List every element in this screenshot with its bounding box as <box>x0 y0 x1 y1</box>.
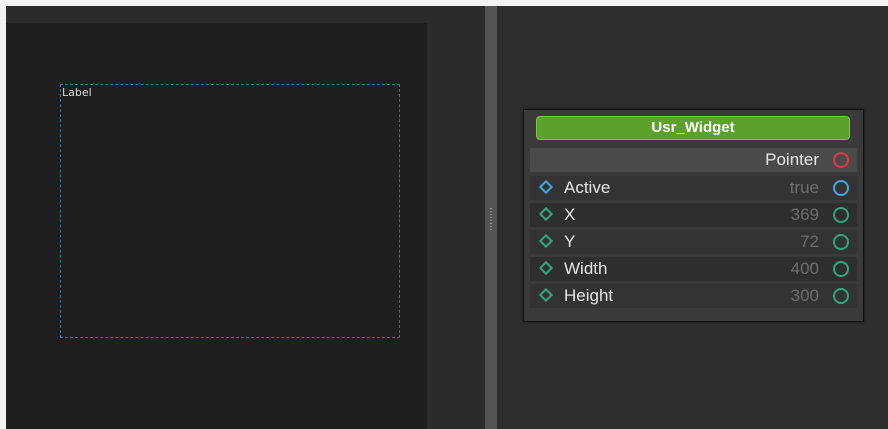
node-row-active: Active true <box>530 176 857 200</box>
x-input-pin-icon[interactable] <box>538 206 554 222</box>
widget-selection-frame[interactable] <box>60 84 400 338</box>
node-row-height: Height 300 <box>530 284 857 308</box>
pointer-label: Pointer <box>765 150 819 169</box>
row-value: 300 <box>790 286 819 305</box>
height-output-pin-icon[interactable] <box>833 288 849 304</box>
row-value: true <box>789 178 819 197</box>
node-row-x: X 369 <box>530 203 857 227</box>
splitter-grip-icon[interactable] <box>490 208 492 230</box>
row-label: Width <box>564 259 608 278</box>
x-output-pin-icon[interactable] <box>833 207 849 223</box>
node-row-width: Width 400 <box>530 257 857 281</box>
row-value: 369 <box>790 205 819 224</box>
row-label: Height <box>564 286 614 305</box>
node-title[interactable]: Usr_Widget <box>536 116 850 140</box>
width-output-pin-icon[interactable] <box>833 261 849 277</box>
row-value: 400 <box>790 259 819 278</box>
y-input-pin-icon[interactable] <box>538 233 554 249</box>
row-label: X <box>564 205 576 224</box>
row-label: Y <box>564 232 576 251</box>
pointer-output-pin-icon[interactable] <box>833 152 849 168</box>
usr-widget-node[interactable]: Usr_Widget Pointer Active true X 369 Y 7… <box>523 109 864 322</box>
node-row-pointer: Pointer <box>530 148 857 172</box>
widget-label-text[interactable]: Label <box>62 86 92 99</box>
y-output-pin-icon[interactable] <box>833 234 849 250</box>
active-output-pin-icon[interactable] <box>833 180 849 196</box>
height-input-pin-icon[interactable] <box>538 287 554 303</box>
node-row-y: Y 72 <box>530 230 857 254</box>
row-label: Active <box>564 178 611 197</box>
row-value: 72 <box>800 232 819 251</box>
active-input-pin-icon[interactable] <box>538 179 554 195</box>
width-input-pin-icon[interactable] <box>538 260 554 276</box>
